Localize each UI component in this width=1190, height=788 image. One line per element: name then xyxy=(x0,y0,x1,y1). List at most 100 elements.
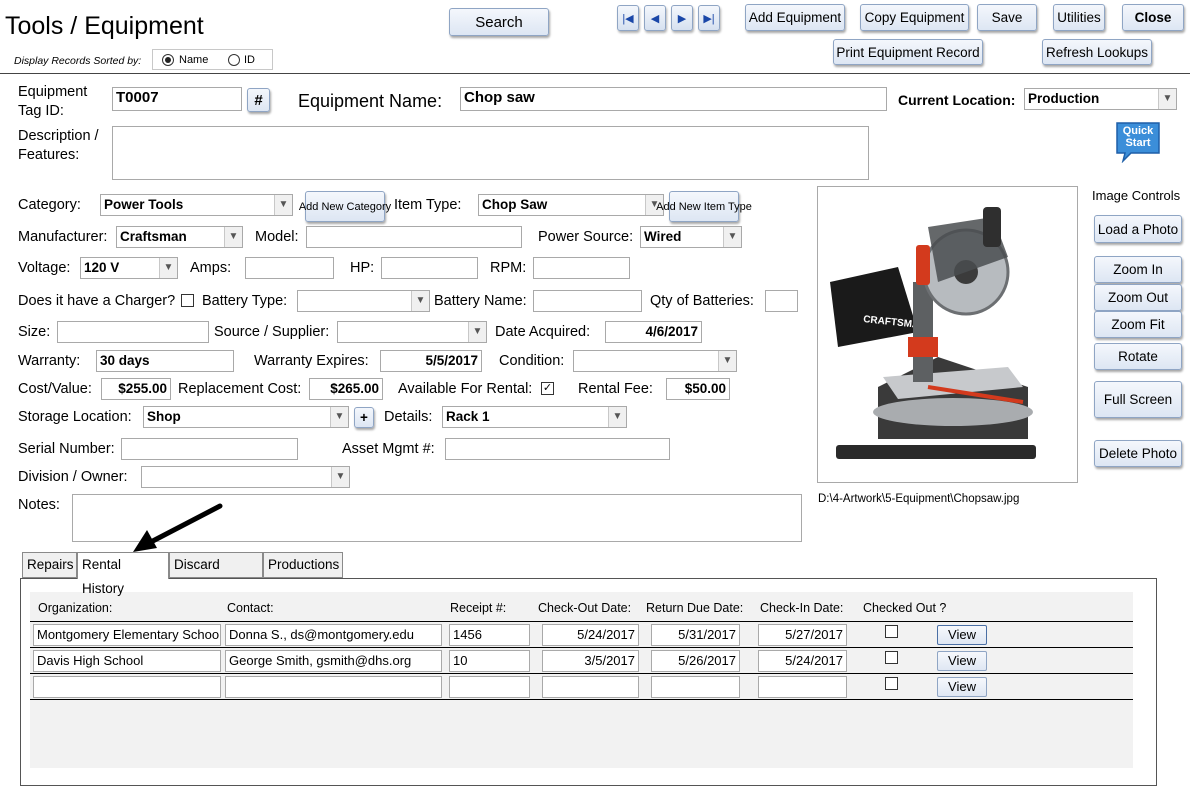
row1-receipt[interactable]: 1456 xyxy=(449,624,530,646)
row2-contact[interactable]: George Smith, gsmith@dhs.org xyxy=(225,650,442,672)
tab-repairs[interactable]: Repairs xyxy=(22,552,77,578)
storage-location-label: Storage Location: xyxy=(18,409,132,425)
current-location-select[interactable]: Production ▼ xyxy=(1024,88,1177,110)
row3-view-button[interactable]: View xyxy=(937,677,987,697)
zoom-in-button[interactable]: Zoom In xyxy=(1094,256,1182,283)
row3-return-due-date[interactable] xyxy=(651,676,740,698)
storage-location-select[interactable]: Shop ▼ xyxy=(143,406,349,428)
generate-id-button[interactable]: # xyxy=(247,88,270,112)
row3-checkin-date[interactable] xyxy=(758,676,847,698)
row3-receipt[interactable] xyxy=(449,676,530,698)
header-checkin-date: Check-In Date: xyxy=(760,601,844,615)
model-field[interactable] xyxy=(306,226,522,248)
warranty-expires-field[interactable]: 5/5/2017 xyxy=(380,350,482,372)
sort-radio-name-label: Name xyxy=(179,54,209,66)
row3-contact[interactable] xyxy=(225,676,442,698)
add-new-item-type-button[interactable]: Add New Item Type xyxy=(656,191,752,222)
warranty-field[interactable]: 30 days xyxy=(96,350,234,372)
power-source-select[interactable]: Wired ▼ xyxy=(640,226,742,248)
zoom-out-button[interactable]: Zoom Out xyxy=(1094,284,1182,311)
rpm-field[interactable] xyxy=(533,257,630,279)
warranty-label: Warranty: xyxy=(18,353,81,369)
sort-radio-id[interactable] xyxy=(228,54,240,66)
serial-number-field[interactable] xyxy=(121,438,298,460)
load-photo-button[interactable]: Load a Photo xyxy=(1094,215,1182,243)
row1-checked-out-checkbox[interactable] xyxy=(885,625,898,638)
battery-name-field[interactable] xyxy=(533,290,642,312)
row3-checkout-date[interactable] xyxy=(542,676,639,698)
row2-return-due-date[interactable]: 5/26/2017 xyxy=(651,650,740,672)
manufacturer-label: Manufacturer: xyxy=(18,229,108,245)
qty-batteries-field[interactable] xyxy=(765,290,798,312)
row2-view-button[interactable]: View xyxy=(937,651,987,671)
add-new-category-button[interactable]: Add New Category xyxy=(299,191,391,222)
row2-checkout-date[interactable]: 3/5/2017 xyxy=(542,650,639,672)
hp-field[interactable] xyxy=(381,257,478,279)
manufacturer-select[interactable]: Craftsman ▼ xyxy=(116,226,243,248)
header-return-due-date: Return Due Date: xyxy=(646,601,744,615)
row1-checkin-date[interactable]: 5/27/2017 xyxy=(758,624,847,646)
row1-checkout-date[interactable]: 5/24/2017 xyxy=(542,624,639,646)
save-button[interactable]: Save xyxy=(977,4,1037,31)
row2-checked-out-checkbox[interactable] xyxy=(885,651,898,664)
tab-productions[interactable]: Productions xyxy=(263,552,343,578)
description-field[interactable] xyxy=(112,126,869,180)
row1-view-button[interactable]: View xyxy=(937,625,987,645)
row1-contact[interactable]: Donna S., ds@montgomery.edu xyxy=(225,624,442,646)
category-label: Category: xyxy=(18,197,81,213)
last-record-icon[interactable]: ▶| xyxy=(698,5,720,31)
date-acquired-label: Date Acquired: xyxy=(495,324,591,340)
date-acquired-field[interactable]: 4/6/2017 xyxy=(605,321,702,343)
condition-select[interactable]: ▼ xyxy=(573,350,737,372)
close-button[interactable]: Close xyxy=(1122,4,1184,31)
description-label: Description / Features: xyxy=(18,128,99,163)
add-equipment-button[interactable]: Add Equipment xyxy=(745,4,845,31)
size-field[interactable] xyxy=(57,321,209,343)
row1-return-due-date[interactable]: 5/31/2017 xyxy=(651,624,740,646)
row2-checkin-date[interactable]: 5/24/2017 xyxy=(758,650,847,672)
tab-rental-history[interactable]: Rental History xyxy=(77,552,169,596)
tab-discard-notes[interactable]: Discard Notes xyxy=(169,552,263,596)
row3-organization[interactable] xyxy=(33,676,221,698)
copy-equipment-button[interactable]: Copy Equipment xyxy=(860,4,969,31)
cost-field[interactable]: $255.00 xyxy=(101,378,171,400)
refresh-lookups-button[interactable]: Refresh Lookups xyxy=(1042,39,1152,65)
print-equipment-record-button[interactable]: Print Equipment Record xyxy=(833,39,983,65)
first-record-icon[interactable]: |◀ xyxy=(617,5,639,31)
charger-checkbox[interactable] xyxy=(181,294,194,307)
division-owner-select[interactable]: ▼ xyxy=(141,466,350,488)
equipment-name-field[interactable]: Chop saw xyxy=(460,87,887,111)
category-select[interactable]: Power Tools ▼ xyxy=(100,194,293,216)
add-storage-button[interactable]: + xyxy=(354,407,374,428)
rotate-button[interactable]: Rotate xyxy=(1094,343,1182,370)
chevron-down-icon: ▼ xyxy=(411,291,429,311)
amps-field[interactable] xyxy=(245,257,334,279)
delete-photo-button[interactable]: Delete Photo xyxy=(1094,440,1182,467)
division-owner-label: Division / Owner: xyxy=(18,469,128,485)
quick-start-button[interactable]: Quick Start xyxy=(1115,121,1161,164)
model-label: Model: xyxy=(255,229,299,245)
asset-mgmt-field[interactable] xyxy=(445,438,670,460)
full-screen-button[interactable]: Full Screen xyxy=(1094,381,1182,418)
utilities-button[interactable]: Utilities xyxy=(1053,4,1105,31)
voltage-select[interactable]: 120 V ▼ xyxy=(80,257,178,279)
sort-radio-name[interactable] xyxy=(162,54,174,66)
chevron-down-icon: ▼ xyxy=(224,227,242,247)
row-separator xyxy=(30,673,1133,674)
previous-record-icon[interactable]: ◀ xyxy=(644,5,666,31)
zoom-fit-button[interactable]: Zoom Fit xyxy=(1094,311,1182,338)
search-button[interactable]: Search xyxy=(449,8,549,36)
rental-fee-field[interactable]: $50.00 xyxy=(666,378,730,400)
next-record-icon[interactable]: ▶ xyxy=(671,5,693,31)
battery-type-select[interactable]: ▼ xyxy=(297,290,430,312)
supplier-select[interactable]: ▼ xyxy=(337,321,487,343)
available-rental-checkbox[interactable]: ✓ xyxy=(541,382,554,395)
row3-checked-out-checkbox[interactable] xyxy=(885,677,898,690)
details-select[interactable]: Rack 1 ▼ xyxy=(442,406,627,428)
item-type-select[interactable]: Chop Saw ▼ xyxy=(478,194,664,216)
row2-receipt[interactable]: 10 xyxy=(449,650,530,672)
tag-id-field[interactable]: T0007 xyxy=(112,87,242,111)
row1-organization[interactable]: Montgomery Elementary School xyxy=(33,624,221,646)
replacement-cost-field[interactable]: $265.00 xyxy=(309,378,383,400)
row2-organization[interactable]: Davis High School xyxy=(33,650,221,672)
